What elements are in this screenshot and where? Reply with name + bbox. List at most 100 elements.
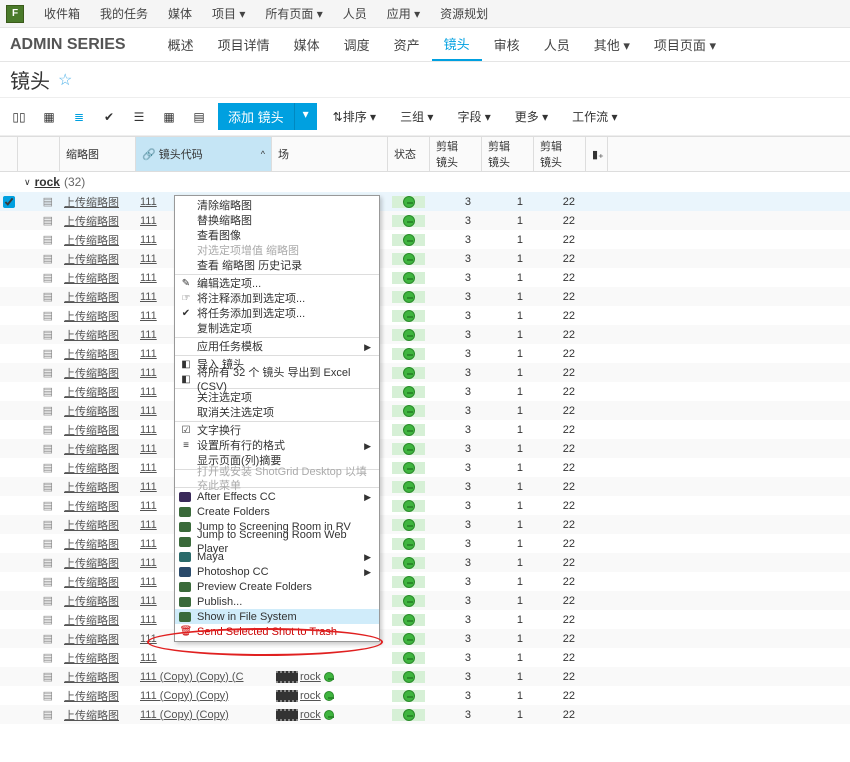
upload-thumb-link[interactable]: 上传缩略图 — [64, 194, 119, 210]
upload-thumb-link[interactable]: 上传缩略图 — [64, 707, 119, 723]
view-list-detail-icon[interactable]: ▯▯ — [8, 106, 30, 128]
upload-thumb-link[interactable]: 上传缩略图 — [64, 308, 119, 324]
status-cell[interactable] — [388, 538, 430, 550]
table-row[interactable]: ▤上传缩略图1113122 — [0, 382, 850, 401]
status-cell[interactable] — [388, 234, 430, 246]
status-cell[interactable] — [388, 709, 430, 721]
table-row[interactable]: ▤上传缩略图1113122 — [0, 420, 850, 439]
table-row[interactable]: ▤上传缩略图111 (Copy) (Copy)rock3122 — [0, 705, 850, 724]
table-row[interactable]: ▤上传缩略图1113122 — [0, 306, 850, 325]
th-checkbox[interactable] — [0, 137, 18, 171]
table-row[interactable]: ▤上传缩略图111rock3122 — [0, 192, 850, 211]
upload-thumb-link[interactable]: 上传缩略图 — [64, 365, 119, 381]
th-scene[interactable]: 场 — [272, 137, 388, 171]
th-edit3[interactable]: 剪辑 镜头 — [534, 137, 586, 171]
upload-thumb-link[interactable]: 上传缩略图 — [64, 460, 119, 476]
status-cell[interactable] — [388, 652, 430, 664]
status-cell[interactable] — [388, 310, 430, 322]
shot-code-link[interactable]: 111 — [140, 405, 157, 417]
topnav-item[interactable]: 资源规划 — [430, 5, 498, 22]
context-menu-item[interactable]: 取消关注选定项 — [175, 405, 379, 420]
shot-code-link[interactable]: 111 — [140, 310, 157, 322]
table-row[interactable]: ▤上传缩略图1113122 — [0, 572, 850, 591]
projnav-item[interactable]: 媒体 — [282, 28, 332, 61]
context-menu-item[interactable]: 查看 缩略图 历史记录 — [175, 258, 379, 273]
status-cell[interactable] — [388, 215, 430, 227]
shot-code-link[interactable]: 111 — [140, 481, 157, 493]
view-bars-icon[interactable]: ☰ — [128, 106, 150, 128]
projnav-item[interactable]: 其他 ▾ — [582, 28, 642, 61]
table-row[interactable]: ▤上传缩略图111 (Copy) (Copy) (Crock3122 — [0, 667, 850, 686]
status-cell[interactable] — [388, 348, 430, 360]
context-menu-item[interactable]: Photoshop CC▶ — [175, 564, 379, 579]
upload-thumb-link[interactable]: 上传缩略图 — [64, 593, 119, 609]
status-cell[interactable] — [388, 690, 430, 702]
view-check-icon[interactable]: ✔ — [98, 106, 120, 128]
status-cell[interactable] — [388, 614, 430, 626]
upload-thumb-link[interactable]: 上传缩略图 — [64, 232, 119, 248]
status-cell[interactable] — [388, 272, 430, 284]
table-row[interactable]: ▤上传缩略图1113122 — [0, 230, 850, 249]
shot-code-link[interactable]: 111 — [140, 196, 157, 208]
context-menu-item[interactable]: Maya▶ — [175, 549, 379, 564]
upload-thumb-link[interactable]: 上传缩略图 — [64, 688, 119, 704]
view-schedule-icon[interactable]: ▤ — [188, 106, 210, 128]
projnav-item[interactable]: 审核 — [482, 28, 532, 61]
context-menu-item[interactable]: 🗑Send Selected Shot to Trash — [175, 624, 379, 639]
table-row[interactable]: ▤上传缩略图1113122 — [0, 515, 850, 534]
upload-thumb-link[interactable]: 上传缩略图 — [64, 346, 119, 362]
upload-thumb-link[interactable]: 上传缩略图 — [64, 213, 119, 229]
context-menu-item[interactable]: After Effects CC▶ — [175, 489, 379, 504]
status-cell[interactable] — [388, 462, 430, 474]
upload-thumb-link[interactable]: 上传缩略图 — [64, 669, 119, 685]
upload-thumb-link[interactable]: 上传缩略图 — [64, 650, 119, 666]
context-menu-item[interactable]: Publish... — [175, 594, 379, 609]
status-cell[interactable] — [388, 196, 430, 208]
table-row[interactable]: ▤上传缩略图1113122 — [0, 629, 850, 648]
view-calendar-icon[interactable]: ▦ — [158, 106, 180, 128]
context-menu-item[interactable]: ✎编辑选定项... — [175, 276, 379, 291]
status-cell[interactable] — [388, 671, 430, 683]
topnav-item[interactable]: 我的任务 — [90, 5, 158, 22]
status-cell[interactable] — [388, 253, 430, 265]
upload-thumb-link[interactable]: 上传缩略图 — [64, 403, 119, 419]
status-cell[interactable] — [388, 424, 430, 436]
status-cell[interactable] — [388, 557, 430, 569]
context-menu-item[interactable]: ☑文字换行 — [175, 423, 379, 438]
context-menu-item[interactable]: Preview Create Folders — [175, 579, 379, 594]
shot-code-link[interactable]: 111 — [140, 538, 157, 550]
table-row[interactable]: ▤上传缩略图1113122 — [0, 287, 850, 306]
shot-code-link[interactable]: 111 — [140, 500, 157, 512]
shot-code-link[interactable]: 111 — [140, 348, 157, 360]
app-logo[interactable]: F — [6, 5, 24, 23]
group-menu[interactable]: 三组 ▾ — [392, 108, 441, 125]
topnav-item[interactable]: 所有页面 ▾ — [255, 5, 332, 22]
upload-thumb-link[interactable]: 上传缩略图 — [64, 536, 119, 552]
upload-thumb-link[interactable]: 上传缩略图 — [64, 422, 119, 438]
shot-code-link[interactable]: 111 — [140, 329, 157, 341]
shot-code-link[interactable]: 111 — [140, 424, 157, 436]
shot-code-link[interactable]: 111 — [140, 462, 157, 474]
th-edit1[interactable]: 剪辑 镜头 — [430, 137, 482, 171]
context-menu-item[interactable]: 查看图像 — [175, 228, 379, 243]
table-row[interactable]: ▤上传缩略图1113122 — [0, 591, 850, 610]
topnav-item[interactable]: 应用 ▾ — [377, 5, 430, 22]
context-menu-item[interactable]: ✔将任务添加到选定项... — [175, 306, 379, 321]
status-cell[interactable] — [388, 519, 430, 531]
th-add-column[interactable]: ▮₊ — [586, 137, 608, 171]
context-menu-item[interactable]: ☞将注释添加到选定项... — [175, 291, 379, 306]
shot-code-link[interactable]: 111 — [140, 443, 157, 455]
context-menu-item[interactable]: ≡设置所有行的格式▶ — [175, 438, 379, 453]
topnav-item[interactable]: 项目 ▾ — [202, 5, 255, 22]
shot-code-link[interactable]: 111 — [140, 272, 157, 284]
status-cell[interactable] — [388, 386, 430, 398]
context-menu-item[interactable]: 应用任务模板▶ — [175, 339, 379, 354]
upload-thumb-link[interactable]: 上传缩略图 — [64, 574, 119, 590]
shot-code-link[interactable]: 111 — [140, 652, 157, 664]
projnav-item[interactable]: 项目页面 ▾ — [642, 28, 728, 61]
topnav-item[interactable]: 收件箱 — [34, 5, 90, 22]
upload-thumb-link[interactable]: 上传缩略图 — [64, 251, 119, 267]
status-cell[interactable] — [388, 367, 430, 379]
table-row[interactable]: ▤上传缩略图1113122 — [0, 325, 850, 344]
upload-thumb-link[interactable]: 上传缩略图 — [64, 517, 119, 533]
